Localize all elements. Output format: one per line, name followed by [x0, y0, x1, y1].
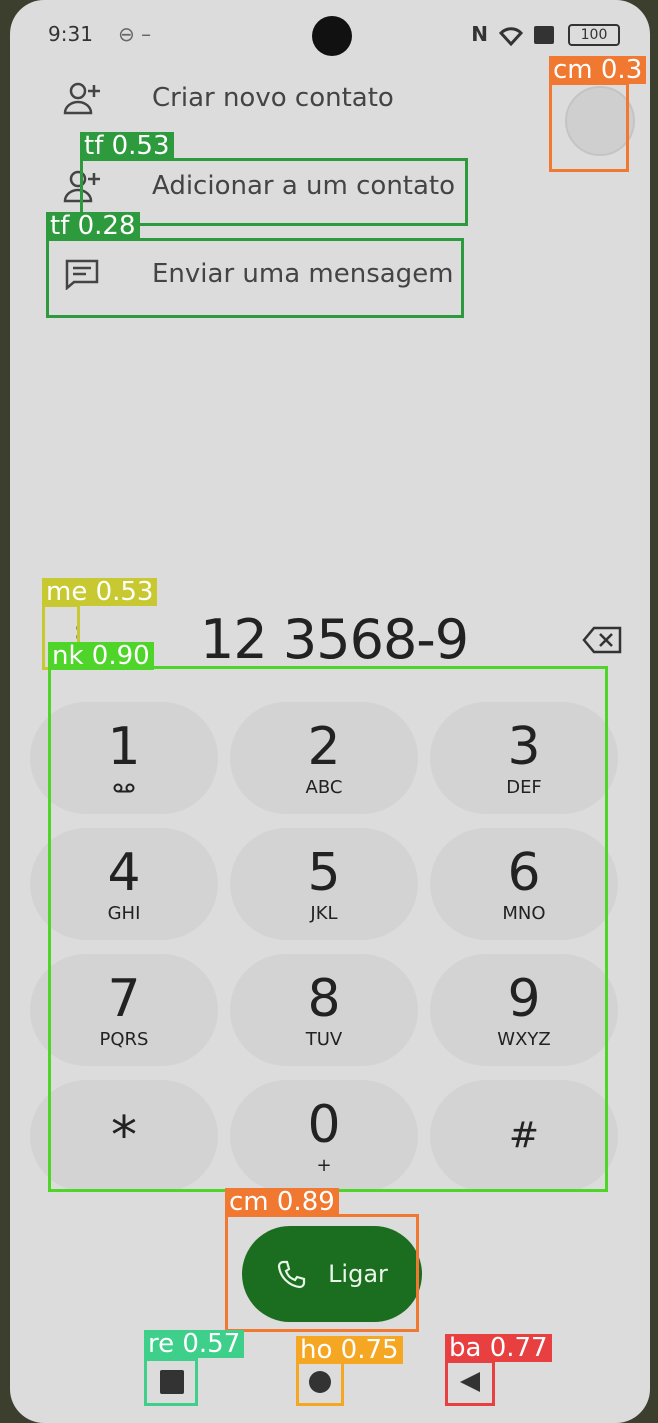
- front-camera: [312, 16, 352, 56]
- nfc-icon: N: [471, 22, 488, 46]
- annotation-tag: ba 0.77: [445, 1334, 552, 1362]
- wifi-icon: [498, 27, 524, 46]
- annotation-tag: ho 0.75: [296, 1336, 403, 1364]
- dialed-number: 12 3568-9: [200, 608, 469, 671]
- sim-icon: [534, 26, 554, 44]
- battery-icon: 100: [568, 24, 620, 46]
- annotation-box: [445, 1360, 495, 1406]
- annotation-tag: re 0.57: [144, 1330, 245, 1358]
- annotation-tag: cm 0.89: [225, 1188, 339, 1216]
- status-time: 9:31: [48, 22, 93, 46]
- annotation-tag: me 0.53: [42, 578, 158, 606]
- annotation-box: [46, 238, 464, 318]
- status-extra: ⊖ –: [118, 22, 152, 46]
- annotation-box: [549, 82, 629, 172]
- annotation-box: [144, 1358, 198, 1406]
- annotation-tag: nk 0.90: [48, 642, 154, 670]
- annotation-tag: tf 0.53: [80, 132, 174, 160]
- annotation-box: [48, 666, 608, 1192]
- person-add-icon: [60, 80, 104, 116]
- menu-create-contact[interactable]: Criar novo contato: [60, 80, 394, 116]
- annotation-box: [225, 1214, 419, 1332]
- annotation-tag: cm 0.3: [549, 56, 647, 84]
- backspace-icon[interactable]: [582, 626, 622, 654]
- menu-label: Criar novo contato: [152, 83, 394, 113]
- annotation-tag: tf 0.28: [46, 212, 140, 240]
- annotation-box: [296, 1360, 344, 1406]
- battery-level: 100: [580, 27, 608, 43]
